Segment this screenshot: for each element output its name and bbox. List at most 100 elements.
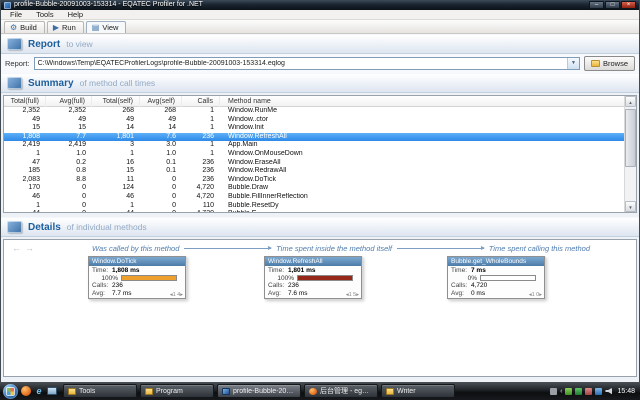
history-back-icon[interactable]: ←	[10, 244, 23, 253]
detail-box-method-name[interactable]: Window.DoTick	[89, 257, 185, 266]
method-detail-box[interactable]: Window.DoTick Time: 1,808 ms 100%	[88, 256, 186, 299]
report-icon	[7, 38, 22, 50]
table-row[interactable]: 2,352 2,352 268 268 1 Window.RunMe	[4, 107, 636, 116]
table-row[interactable]: 2,419 2,419 3 3.0 1 App.Main	[4, 141, 636, 150]
messenger-icon[interactable]	[565, 388, 572, 395]
detail-box-body: Time: 1,801 ms 100% Calls: 236	[265, 266, 361, 298]
taskbar-button[interactable]: Tools	[63, 384, 137, 398]
scrollbar-thumb[interactable]	[625, 109, 636, 167]
firefox-icon[interactable]	[21, 386, 31, 396]
column-header-calls[interactable]: Calls	[182, 96, 220, 107]
taskbar-button[interactable]: Program	[140, 384, 214, 398]
cell-avg-full: 0.8	[46, 167, 92, 176]
detail-box-method-name[interactable]: Bubble.get_WholeBounds	[448, 257, 544, 266]
scroll-down-icon[interactable]: ▼	[625, 201, 636, 212]
browse-button[interactable]: Browse	[584, 56, 635, 71]
close-button[interactable]: ×	[621, 1, 636, 9]
table-row[interactable]: 44 0 44 0 4,720 Bubble.E	[4, 210, 636, 213]
scroll-up-icon[interactable]: ▲	[625, 96, 636, 107]
menu-item[interactable]: Help	[61, 10, 90, 20]
cell-total-self: 49	[92, 116, 140, 125]
column-header-method-name[interactable]: Method name	[220, 96, 636, 107]
show-desktop-icon[interactable]	[47, 387, 57, 395]
table-row[interactable]: 46 0 46 0 4,720 Bubble.FillInnerReflecti…	[4, 193, 636, 202]
detail-box-pager[interactable]: ◂1 5▸	[346, 292, 359, 298]
taskbar-button[interactable]: 后台管理 - egmkan...	[304, 384, 378, 398]
table-row[interactable]: 170 0 124 0 4,720 Bubble.Draw	[4, 184, 636, 193]
tray-device-icon[interactable]	[550, 388, 557, 395]
window-controls: – □ ×	[589, 1, 636, 9]
table-row[interactable]: 185 0.8 15 0.1 236 Window.RedrawAll	[4, 167, 636, 176]
table-scrollbar[interactable]: ▲ ▼	[624, 96, 636, 212]
combobox-dropdown-icon[interactable]: ▼	[567, 58, 579, 69]
cell-avg-full: 2,352	[46, 107, 92, 116]
report-path-value[interactable]: C:\Windows\Temp\EQATECProfilerLogs\profi…	[35, 60, 567, 67]
table-row[interactable]: 1 0 1 0 110 Bubble.ResetDy	[4, 202, 636, 211]
start-button[interactable]	[3, 384, 18, 399]
cell-total-full: 185	[4, 167, 46, 176]
details-icon	[7, 221, 22, 233]
detail-box-pager[interactable]: ◂1 0▸	[529, 292, 542, 298]
taskbar-button-icon	[309, 388, 317, 395]
cell-total-self: 11	[92, 176, 140, 185]
menu-bar: FileToolsHelp	[1, 10, 639, 20]
cell-method-name: Bubble.FillInnerReflection	[220, 193, 636, 202]
history-forward-icon[interactable]: →	[23, 244, 36, 253]
summary-section-header: Summary of method call times	[1, 73, 639, 93]
cell-avg-full: 0.2	[46, 159, 92, 168]
detail-box-body: Time: 7 ms 0% Calls: 4,720	[448, 266, 544, 298]
detail-box-method-name[interactable]: Window.RefreshAll	[265, 257, 361, 266]
hide-icons-arrow[interactable]: ‹	[560, 388, 562, 395]
menu-item[interactable]: File	[3, 10, 29, 20]
report-path-combobox[interactable]: C:\Windows\Temp\EQATECProfilerLogs\profi…	[34, 57, 580, 70]
cell-avg-self: 0	[140, 210, 182, 213]
column-header-avg-self[interactable]: Avg(self)	[140, 96, 182, 107]
taskbar-clock[interactable]: 15:48	[615, 388, 635, 395]
taskbar-button-icon	[68, 388, 76, 395]
cell-avg-self: 49	[140, 116, 182, 125]
title-bar[interactable]: profile-Bubble-20091003-153314 - EQATEC …	[1, 0, 639, 10]
cell-total-full: 49	[4, 116, 46, 125]
avg-label: Avg:	[92, 290, 112, 298]
taskbar-button-icon	[222, 388, 230, 395]
table-row[interactable]: 47 0.2 16 0.1 236 Window.EraseAll	[4, 159, 636, 168]
menu-item[interactable]: Tools	[29, 10, 61, 20]
volume-icon[interactable]	[605, 388, 612, 395]
taskbar-button-label: Tools	[79, 388, 95, 395]
app-window: profile-Bubble-20091003-153314 - EQATEC …	[0, 0, 640, 382]
cell-method-name: Window.RedrawAll	[220, 167, 636, 176]
toolbar-button[interactable]: ▤ View	[86, 21, 127, 33]
tray-app-icon[interactable]	[585, 388, 592, 395]
table-row[interactable]: 2,083 8.8 11 0 236 Window.DoTick	[4, 176, 636, 185]
cell-avg-full: 0	[46, 184, 92, 193]
network-icon[interactable]	[595, 388, 602, 395]
internet-explorer-icon[interactable]: e	[34, 386, 44, 396]
table-row[interactable]: 49 49 49 49 1 Window..ctor	[4, 116, 636, 125]
cell-method-name: Window.RunMe	[220, 107, 636, 116]
table-header-row[interactable]: Total(full) Avg(full) Total(self) Avg(se…	[4, 96, 636, 107]
column-header-total-full[interactable]: Total(full)	[4, 96, 46, 107]
antivirus-icon[interactable]	[575, 388, 582, 395]
cell-total-full: 1,808	[4, 133, 46, 142]
cell-total-full: 1	[4, 202, 46, 211]
toolbar-button[interactable]: ⚙ Build	[4, 21, 45, 33]
toolbar-button[interactable]: ▶ Run	[47, 21, 84, 33]
column-header-total-self[interactable]: Total(self)	[92, 96, 140, 107]
report-section-header: Report to view	[1, 34, 639, 54]
maximize-button[interactable]: □	[605, 1, 620, 9]
minimize-button[interactable]: –	[589, 1, 604, 9]
method-detail-box[interactable]: Window.RefreshAll Time: 1,801 ms 100%	[264, 256, 362, 299]
table-row[interactable]: 1,808 7.7 1,801 7.6 236 Window.RefreshAl…	[4, 133, 636, 142]
detail-box-pager[interactable]: ◂1 4▸	[170, 292, 183, 298]
table-row[interactable]: 15 15 14 14 1 Window.Init	[4, 124, 636, 133]
taskbar-button[interactable]: profile-Bubble-2009...	[217, 384, 301, 398]
cell-avg-full: 0	[46, 193, 92, 202]
taskbar-button[interactable]: Writer	[381, 384, 455, 398]
detail-box-body: Time: 1,808 ms 100% Calls: 236	[89, 266, 185, 298]
column-header-avg-full[interactable]: Avg(full)	[46, 96, 92, 107]
flow-label-called-by: Was called by this method	[92, 244, 179, 253]
method-detail-box[interactable]: Bubble.get_WholeBounds Time: 7 ms 0%	[447, 256, 545, 299]
cell-avg-self: 14	[140, 124, 182, 133]
cell-total-self: 268	[92, 107, 140, 116]
table-row[interactable]: 1 1.0 1 1.0 1 Window.OnMouseDown	[4, 150, 636, 159]
